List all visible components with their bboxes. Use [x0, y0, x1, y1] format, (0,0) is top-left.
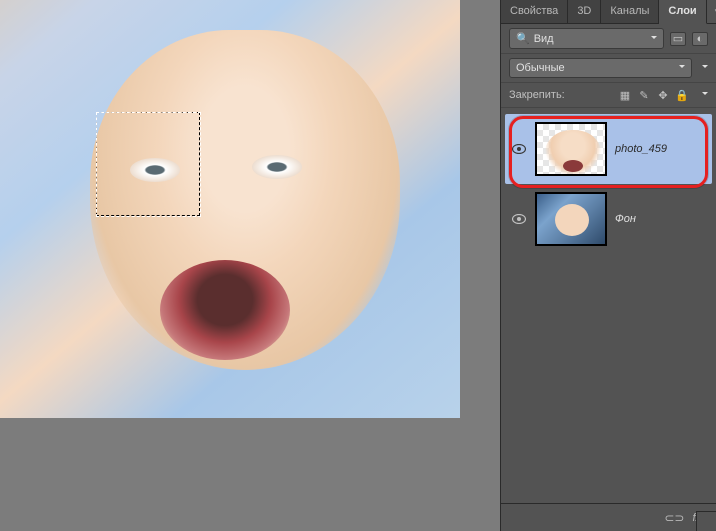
layer-item[interactable]: photo_459	[505, 114, 712, 184]
resize-grip[interactable]	[696, 511, 716, 531]
visibility-toggle-icon[interactable]	[511, 141, 527, 157]
layer-item[interactable]: Фон	[505, 184, 712, 254]
selection-marquee[interactable]	[96, 112, 200, 216]
lock-position-icon[interactable]: ✥	[655, 87, 671, 103]
blend-label: Обычные	[516, 62, 565, 74]
layers-list: photo_459 Фон	[501, 108, 716, 503]
filter-image-icon[interactable]: ▭	[670, 32, 686, 46]
panel-menu-icon[interactable]: ▾≡	[707, 0, 716, 23]
image-content	[252, 155, 302, 179]
layer-thumbnail[interactable]	[535, 122, 607, 176]
tab-channels[interactable]: Каналы	[601, 0, 659, 23]
lock-row: Закрепить: ▦ ✎ ✥ 🔒	[501, 83, 716, 108]
link-layers-icon[interactable]: ⊂⊃	[664, 511, 684, 525]
chevron-down-icon	[651, 33, 657, 45]
filter-toggle-icon[interactable]: ◐	[692, 32, 708, 46]
chevron-down-icon[interactable]	[702, 89, 708, 101]
canvas-area[interactable]	[0, 0, 500, 531]
lock-transparent-icon[interactable]: ▦	[617, 87, 633, 103]
blend-mode-dropdown[interactable]: Обычные	[509, 58, 692, 78]
image-content	[160, 260, 290, 360]
lock-pixels-icon[interactable]: ✎	[636, 87, 652, 103]
tab-3d[interactable]: 3D	[568, 0, 601, 23]
lock-label: Закрепить:	[509, 89, 565, 101]
lock-all-icon[interactable]: 🔒	[674, 87, 690, 103]
panel-bottom-bar: ⊂⊃ fx	[501, 503, 716, 531]
filter-row: 🔍 Вид ▭ ◐	[501, 24, 716, 54]
tab-layers[interactable]: Слои	[659, 0, 706, 24]
document-image	[0, 0, 460, 418]
visibility-toggle-icon[interactable]	[511, 211, 527, 227]
kind-label: Вид	[534, 33, 554, 45]
layers-panel: Свойства 3D Каналы Слои ▾≡ 🔍 Вид ▭ ◐ Обы…	[500, 0, 716, 531]
panel-tabs: Свойства 3D Каналы Слои ▾≡	[501, 0, 716, 24]
layer-name[interactable]: Фон	[615, 213, 636, 225]
kind-dropdown[interactable]: 🔍 Вид	[509, 28, 664, 49]
blend-row: Обычные	[501, 54, 716, 83]
search-icon: 🔍	[516, 32, 530, 45]
tab-properties[interactable]: Свойства	[501, 0, 568, 23]
chevron-down-icon[interactable]	[702, 62, 708, 74]
canvas-background	[0, 418, 460, 531]
layer-thumbnail[interactable]	[535, 192, 607, 246]
chevron-down-icon	[679, 62, 685, 74]
layer-name[interactable]: photo_459	[615, 143, 667, 155]
